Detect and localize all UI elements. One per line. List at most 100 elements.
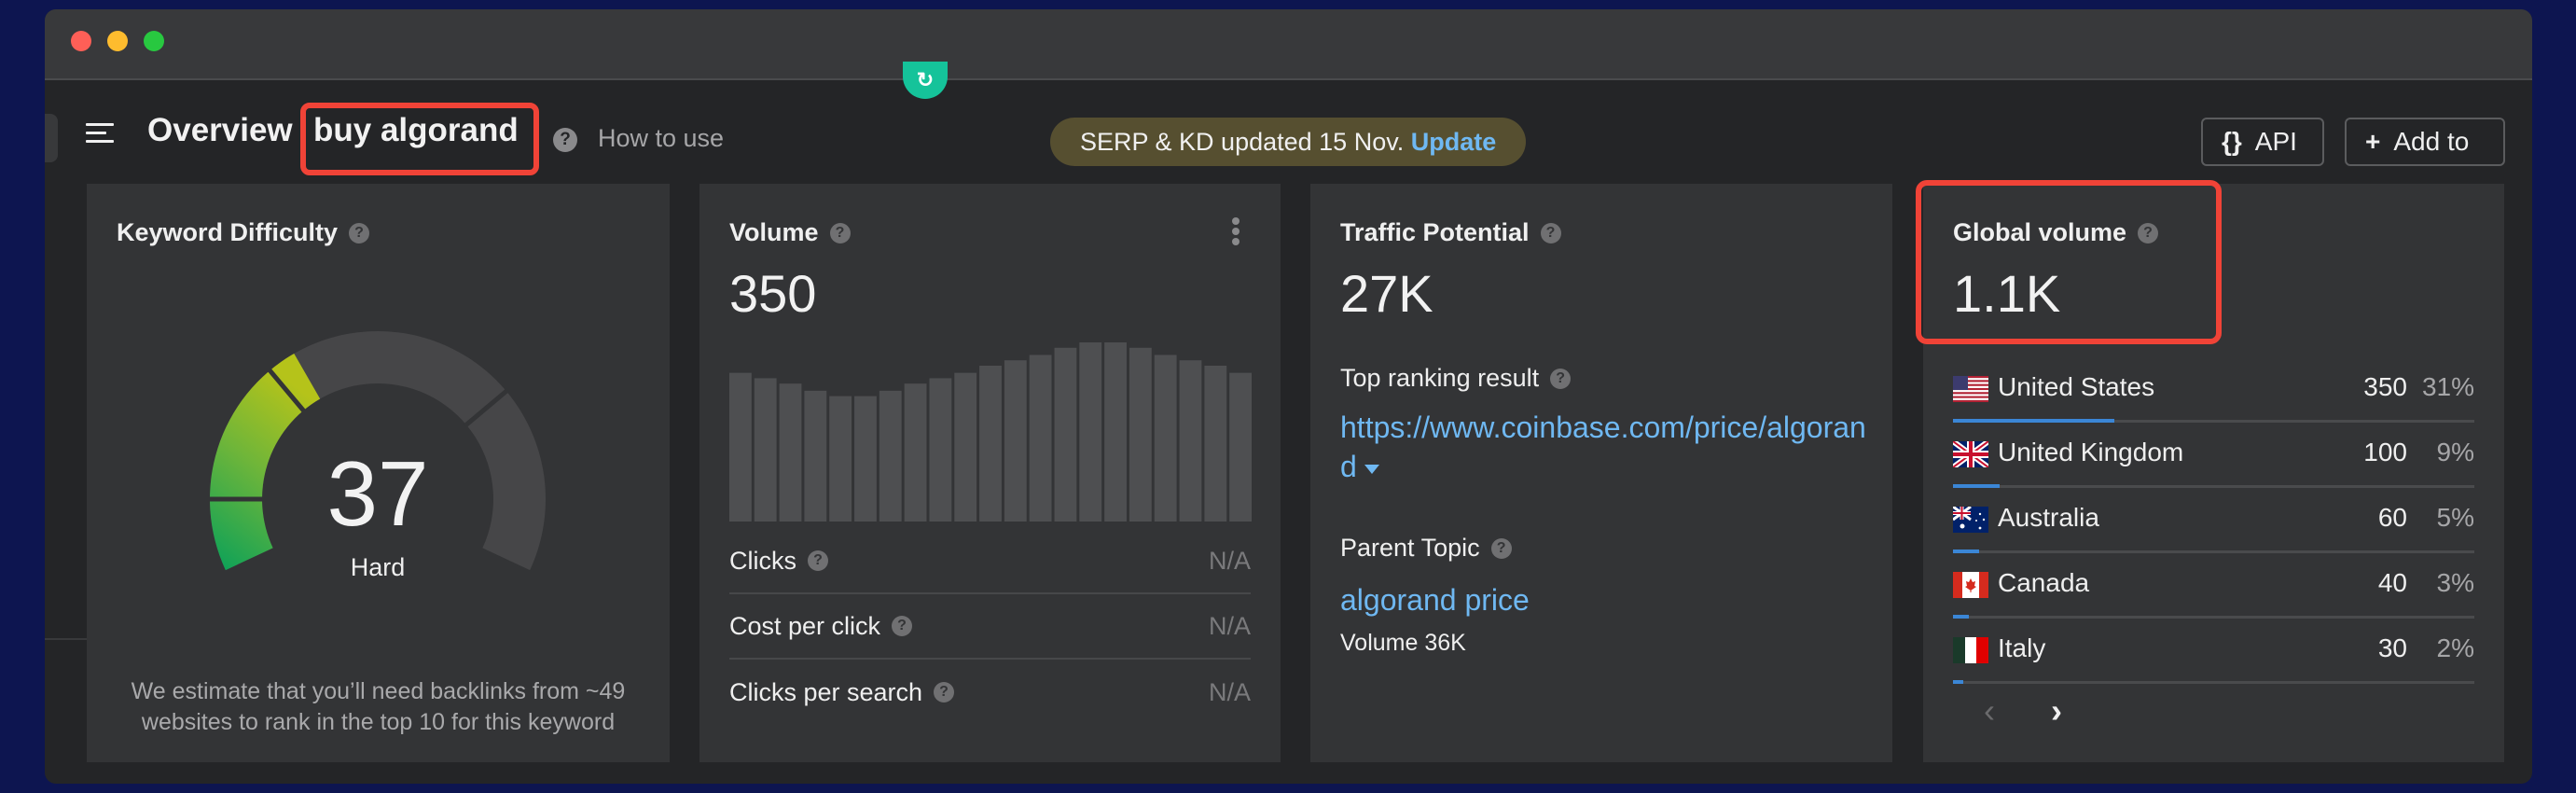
metric-label-text: Clicks [729, 546, 796, 575]
volume-bar[interactable] [1154, 355, 1177, 522]
volume-bar[interactable] [1054, 347, 1077, 522]
help-icon[interactable]: ? [553, 128, 577, 152]
how-to-use-link[interactable]: How to use [598, 124, 724, 153]
close-window-button[interactable] [71, 31, 91, 51]
volume-bar[interactable] [1129, 347, 1152, 522]
update-link[interactable]: Update [1411, 128, 1497, 156]
help-icon[interactable]: ? [808, 550, 828, 571]
country-row[interactable]: United States 350 31% [1953, 357, 2474, 423]
gauge-fill [209, 353, 321, 571]
chevron-right-icon[interactable]: › [2043, 692, 2070, 730]
volume-bar[interactable] [1179, 360, 1202, 522]
share-bar-track [1953, 681, 2474, 684]
volume-bar[interactable] [829, 396, 852, 522]
country-share: 9% [2436, 438, 2474, 466]
update-notice: SERP & KD updated 15 Nov. Update [1050, 118, 1527, 166]
keyword-text: buy algorand [313, 112, 519, 148]
app-window: ↻ Overview buy algorand ? How to use SER… [45, 9, 2532, 784]
help-icon[interactable]: ? [1550, 368, 1572, 389]
country-row[interactable]: Canada 40 3% [1953, 553, 2474, 619]
help-icon[interactable]: ? [934, 682, 955, 703]
volume-bar[interactable] [1204, 365, 1227, 522]
page-header: Overview buy algorand ? How to use SERP … [45, 82, 2532, 185]
volume-bar[interactable] [1029, 355, 1052, 522]
volume-bar[interactable] [854, 396, 877, 522]
parent-topic-volume: Volume 36K [1340, 630, 1466, 656]
metric-label-text: Clicks per search [729, 677, 923, 706]
global-volume-card: Global volume ? 1.1K United States 350 31%… [1916, 180, 2504, 762]
country-volume: 30 [2377, 633, 2407, 662]
more-options-icon[interactable] [1232, 217, 1241, 245]
volume-title: Volume [729, 218, 819, 246]
plus-icon: + [2365, 127, 2381, 156]
volume-value: 350 [729, 264, 817, 323]
country-row[interactable]: United Kingdom 100 9% [1951, 423, 2474, 488]
page-title: Overview [147, 112, 293, 148]
flag-ca-icon [1953, 572, 1988, 598]
minimize-window-button[interactable] [107, 31, 128, 51]
volume-bar[interactable] [954, 372, 977, 522]
add-to-button[interactable]: + Add to [2345, 118, 2505, 166]
top-ranking-url-link[interactable]: https://www.coinbase.com/price/algorand [1340, 408, 1870, 486]
parent-topic-link[interactable]: algorand price [1340, 580, 1870, 619]
sidebar-divider [45, 638, 87, 640]
volume-bar[interactable] [804, 390, 827, 522]
volume-bar[interactable] [1104, 342, 1127, 522]
country-share: 2% [2436, 633, 2474, 662]
country-share: 3% [2436, 568, 2474, 597]
add-to-button-label: Add to [2393, 127, 2470, 156]
volume-bar[interactable] [879, 390, 902, 522]
country-volume: 100 [2363, 438, 2407, 466]
zoom-window-button[interactable] [144, 31, 164, 51]
country-volume: 60 [2377, 503, 2407, 532]
share-bar-fill [1953, 680, 1964, 684]
metric-label: Clicks per search? [729, 677, 955, 707]
metric-label-text: Cost per click [729, 611, 881, 640]
metric-value: N/A [1208, 611, 1251, 640]
metric-label: Clicks? [729, 547, 828, 576]
metric-row: Cost per click? N/A [729, 594, 1251, 660]
country-row[interactable]: Italy 30 2% [1953, 619, 2474, 684]
volume-trend-chart [729, 342, 1252, 522]
top-ranking-label-text: Top ranking result [1340, 364, 1540, 392]
hamburger-menu-icon[interactable] [86, 121, 114, 144]
country-name: Italy [1998, 633, 2046, 662]
code-braces-icon: {} [2222, 127, 2242, 156]
country-share: 31% [2421, 372, 2474, 401]
help-icon[interactable]: ? [1540, 222, 1561, 243]
volume-bar[interactable] [904, 383, 927, 522]
flag-gb-icon [1951, 438, 1990, 470]
kd-gauge: 37 Hard [208, 331, 546, 581]
volume-bar[interactable] [979, 365, 1002, 522]
help-icon[interactable]: ? [829, 222, 851, 243]
metric-label: Cost per click? [729, 611, 913, 641]
metric-row: Clicks? N/A [729, 529, 1251, 594]
volume-bar[interactable] [1229, 372, 1252, 522]
api-button[interactable]: {} API [2201, 118, 2324, 166]
country-row[interactable]: Australia 60 5% [1952, 488, 2474, 553]
metric-value: N/A [1208, 677, 1251, 706]
kd-score: 37 [326, 442, 428, 545]
global-volume-highlight-box [1916, 180, 2222, 344]
flag-it-icon [1953, 637, 1988, 663]
flag-us-icon [1953, 376, 1988, 402]
volume-bar[interactable] [779, 383, 802, 522]
metric-row: Clicks per search? N/A [729, 660, 1251, 725]
traffic-potential-title: Traffic Potential [1340, 218, 1530, 246]
traffic-potential-value: 27K [1340, 264, 1433, 323]
volume-bar[interactable] [1004, 360, 1027, 522]
volume-bar[interactable] [929, 378, 952, 522]
help-icon[interactable]: ? [1490, 537, 1512, 559]
parent-topic-label: Parent Topic ? [1340, 534, 1512, 563]
chevron-left-icon[interactable]: ‹ [1975, 692, 2003, 730]
help-icon[interactable]: ? [892, 616, 913, 636]
card-title: Volume ? [729, 218, 851, 247]
country-name: United Kingdom [1998, 438, 2184, 466]
volume-card: Volume ? 350 Clicks? N/A Cost per click? N/… [699, 184, 1281, 762]
caret-down-icon[interactable] [1364, 464, 1379, 474]
traffic-potential-card: Traffic Potential ? 27K Top ranking resu… [1310, 184, 1892, 762]
volume-bar[interactable] [729, 372, 752, 522]
volume-bar[interactable] [754, 378, 777, 522]
volume-bar[interactable] [1079, 342, 1102, 522]
country-share: 5% [2436, 503, 2474, 532]
